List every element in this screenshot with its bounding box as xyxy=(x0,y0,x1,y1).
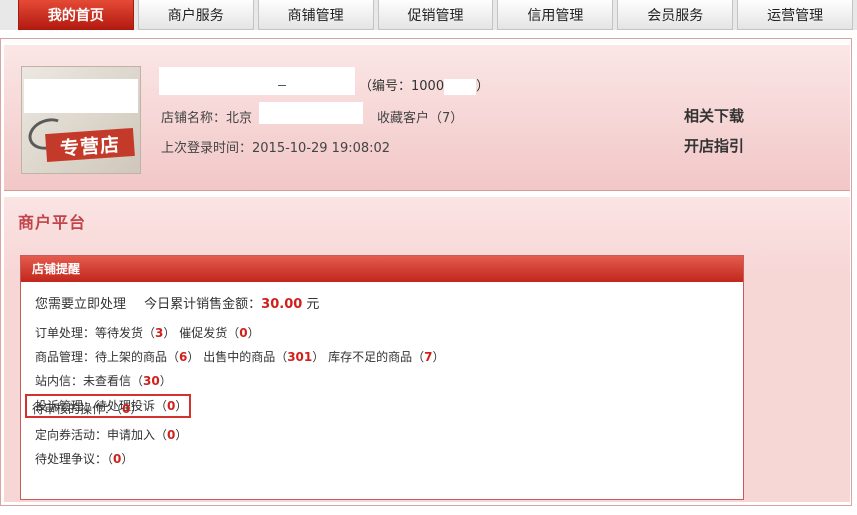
nav-member-service[interactable]: 会员服务 xyxy=(617,0,734,30)
on-sale-count[interactable]: 301 xyxy=(287,350,312,364)
disputes-row: 待处理争议：（0） xyxy=(35,450,133,467)
unread-messages-count[interactable]: 30 xyxy=(143,374,160,388)
nav-shop-management[interactable]: 商铺管理 xyxy=(257,0,374,30)
sales-label: 今日累计销售金额： xyxy=(144,297,262,312)
store-number: （编号：1000 ） xyxy=(359,75,489,95)
redaction-mask xyxy=(24,79,138,113)
messages-label: 站内信：未查看信（ xyxy=(35,374,144,388)
redaction-mask xyxy=(259,102,363,124)
store-avatar: 专营店 xyxy=(21,66,141,174)
store-reminder-panel: 店铺提醒 您需要立即处理 今日累计销售金额：30.00 元 订单处理：等待发货（… xyxy=(20,255,744,500)
summary-row: 您需要立即处理 今日累计销售金额：30.00 元 xyxy=(35,293,319,312)
coupons-row: 定向券活动：申请加入（0） xyxy=(35,426,187,443)
underscore-mark xyxy=(278,85,286,86)
nav-promotion-management[interactable]: 促销管理 xyxy=(377,0,494,30)
store-guide-link[interactable]: 开店指引 xyxy=(684,135,744,156)
sales-value: 30.00 xyxy=(261,297,303,312)
redaction-mask xyxy=(159,67,355,95)
main-content: 专营店 （编号：1000 ） 店铺名称：北京 收藏客户（7） 上次登录时间：201… xyxy=(0,38,852,506)
goods-row: 商品管理：待上架的商品（6） 出售中的商品（301） 库存不足的商品（7） xyxy=(35,348,444,365)
orders-label: 订单处理：等待发货（ xyxy=(35,326,156,340)
goods-mid2: ） 库存不足的商品（ xyxy=(312,350,425,364)
messages-end: ） xyxy=(159,374,172,388)
panel-title: 店铺提醒 xyxy=(21,256,743,282)
favorite-customers: 收藏客户（7） xyxy=(377,111,464,126)
store-profile: 专营店 （编号：1000 ） 店铺名称：北京 收藏客户（7） 上次登录时间：201… xyxy=(4,45,850,191)
goods-end: ） xyxy=(432,350,445,364)
store-name-label: 店铺名称：北京 xyxy=(161,111,253,126)
review-label: 待审核的操作：（ xyxy=(32,402,123,416)
messages-row: 站内信：未查看信（30） xyxy=(35,372,172,389)
orders-row: 订单处理：等待发货（3） 催促发货（0） xyxy=(35,324,260,341)
coupons-label: 定向券活动：申请加入（ xyxy=(35,428,168,442)
need-process-label: 您需要立即处理 xyxy=(35,297,127,312)
disputes-end: ） xyxy=(121,452,134,466)
store-number-suffix: ） xyxy=(476,79,490,94)
orders-end: ） xyxy=(247,326,260,340)
coupons-end: ） xyxy=(175,428,188,442)
related-downloads-link[interactable]: 相关下载 xyxy=(684,105,744,126)
nav-home[interactable]: 我的首页 xyxy=(18,0,134,30)
review-end: ） xyxy=(130,402,143,416)
last-login-time: 上次登录时间：2015-10-29 19:08:02 xyxy=(161,141,391,156)
redaction-mask xyxy=(444,78,477,95)
store-badge: 专营店 xyxy=(45,127,135,163)
goods-mid1: ） 出售中的商品（ xyxy=(187,350,288,364)
nav-merchant-service[interactable]: 商户服务 xyxy=(137,0,254,30)
urge-shipment-count[interactable]: 0 xyxy=(239,326,247,340)
merchant-platform: 商户平台 店铺提醒 您需要立即处理 今日累计销售金额：30.00 元 订单处理：… xyxy=(4,197,850,502)
store-number-prefix: （编号：1000 xyxy=(359,79,445,94)
top-nav: 我的首页 商户服务 商铺管理 促销管理 信用管理 会员服务 运营管理 xyxy=(0,0,857,30)
review-row: 待审核的操作：（0） xyxy=(32,400,142,417)
sales-unit: 元 xyxy=(302,297,320,312)
disputes-label: 待处理争议：（ xyxy=(35,452,114,466)
nav-credit-management[interactable]: 信用管理 xyxy=(497,0,614,30)
orders-mid: ） 催促发货（ xyxy=(163,326,240,340)
goods-label: 商品管理：待上架的商品（ xyxy=(35,350,180,364)
platform-title: 商户平台 xyxy=(18,213,87,232)
nav-operations-management[interactable]: 运营管理 xyxy=(737,0,854,30)
